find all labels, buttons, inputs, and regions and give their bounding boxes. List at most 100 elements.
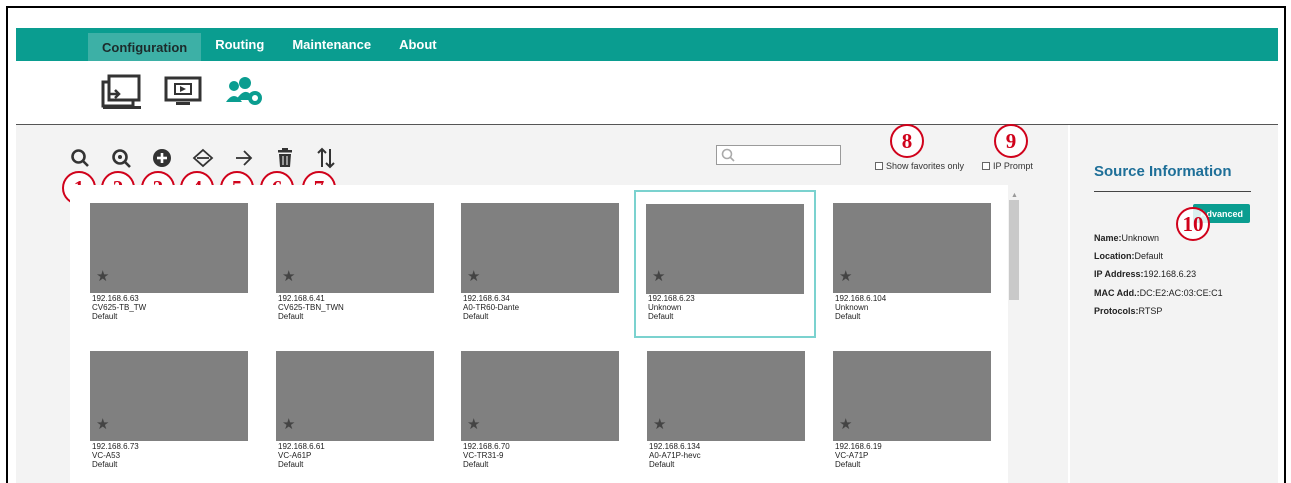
device-location: Default: [649, 460, 675, 469]
source-info-title: Source Information: [1094, 163, 1232, 180]
favorites-filter[interactable]: Show favorites only: [875, 161, 964, 171]
auto-search-icon[interactable]: [107, 144, 135, 172]
info-name: Name:Unknown: [1094, 233, 1159, 243]
display-monitor-icon[interactable]: [162, 73, 204, 111]
info-ip-value: 192.168.6.23: [1143, 269, 1197, 279]
ip-prompt-filter[interactable]: IP Prompt: [982, 161, 1033, 171]
device-thumbnail: [90, 203, 248, 293]
device-location: Default: [463, 312, 489, 321]
favorite-star-icon[interactable]: ★: [652, 267, 665, 285]
favorite-star-icon[interactable]: ★: [96, 415, 109, 433]
device-meta: 192.168.6.61 VC-A61P Default: [278, 442, 325, 469]
device-name: Unknown: [648, 303, 682, 312]
device-tile[interactable]: ★ 192.168.6.63 CV625-TB_TW Default: [72, 187, 248, 337]
device-thumbnail: [833, 203, 991, 293]
device-tile[interactable]: ★ 192.168.6.41 CV625-TBN_TWN Default: [258, 187, 434, 337]
device-ip: 192.168.6.134: [649, 442, 701, 451]
scrollbar-thumb[interactable]: [1009, 200, 1019, 300]
device-name: A0-TR60-Dante: [463, 303, 520, 312]
device-location: Default: [463, 460, 489, 469]
device-name: A0-A71P-hevc: [649, 451, 701, 460]
sort-icon[interactable]: [312, 144, 340, 172]
device-meta: 192.168.6.63 CV625-TB_TW Default: [92, 294, 146, 321]
device-ip: 192.168.6.61: [278, 442, 325, 451]
device-tile[interactable]: ★ 192.168.6.73 VC-A53 Default: [72, 335, 248, 483]
device-location: Default: [92, 312, 118, 321]
device-search-input[interactable]: [737, 147, 837, 163]
search-icon[interactable]: [66, 144, 94, 172]
info-name-label: Name:: [1094, 233, 1122, 243]
scroll-up-icon[interactable]: ▲: [1011, 192, 1018, 199]
info-location-label: Location:: [1094, 251, 1135, 261]
device-grid-scrollbar[interactable]: ▲: [1008, 192, 1020, 312]
device-meta: 192.168.6.41 CV625-TBN_TWN Default: [278, 294, 344, 321]
delete-icon[interactable]: [271, 144, 299, 172]
callout-8: 8: [890, 124, 924, 158]
device-meta: 192.168.6.104 Unknown Default: [835, 294, 886, 321]
device-meta: 192.168.6.19 VC-A71P Default: [835, 442, 882, 469]
info-mac: MAC Add.:DC:E2:AC:03:CE:C1: [1094, 288, 1223, 298]
main-nav: Configuration Routing Maintenance About: [88, 28, 451, 61]
device-thumbnail: [833, 351, 991, 441]
subnav-icons: [100, 73, 266, 111]
device-tile[interactable]: ★ 192.168.6.19 VC-A71P Default: [815, 335, 991, 483]
favorite-star-icon[interactable]: ★: [467, 415, 480, 433]
source-transfer-icon[interactable]: [100, 73, 142, 111]
device-name: Unknown: [835, 303, 869, 312]
info-ip: IP Address:192.168.6.23: [1094, 269, 1196, 279]
device-tile-selected[interactable]: ★ 192.168.6.23 Unknown Default: [634, 190, 816, 338]
device-tile[interactable]: ★ 192.168.6.134 A0-A71P-hevc Default: [629, 335, 805, 483]
device-tile[interactable]: ★ 192.168.6.61 VC-A61P Default: [258, 335, 434, 483]
device-tile[interactable]: ★ 192.168.6.70 VC-TR31-9 Default: [443, 335, 619, 483]
import-icon[interactable]: [230, 144, 258, 172]
device-ip: 192.168.6.19: [835, 442, 882, 451]
device-search-box: [716, 145, 841, 165]
search-field-icon: [721, 148, 735, 162]
export-icon[interactable]: [189, 144, 217, 172]
tab-maintenance[interactable]: Maintenance: [278, 28, 385, 61]
device-meta: 192.168.6.134 A0-A71P-hevc Default: [649, 442, 701, 469]
info-location-value: Default: [1134, 251, 1164, 261]
source-info-divider: [1094, 191, 1251, 192]
device-location: Default: [835, 312, 861, 321]
device-name: VC-A71P: [835, 451, 869, 460]
device-tile[interactable]: ★ 192.168.6.34 A0-TR60-Dante Default: [443, 187, 619, 337]
info-protocols-label: Protocols:: [1094, 306, 1139, 316]
device-location: Default: [278, 460, 304, 469]
info-location: Location:Default: [1094, 251, 1163, 261]
info-protocols: Protocols:RTSP: [1094, 306, 1162, 316]
device-meta: 192.168.6.70 VC-TR31-9 Default: [463, 442, 510, 469]
device-location: Default: [835, 460, 861, 469]
ip-prompt-label: IP Prompt: [993, 161, 1033, 171]
favorite-star-icon[interactable]: ★: [839, 415, 852, 433]
device-ip: 192.168.6.63: [92, 294, 139, 303]
tab-configuration[interactable]: Configuration: [88, 33, 202, 61]
device-meta: 192.168.6.73 VC-A53 Default: [92, 442, 139, 469]
favorite-star-icon[interactable]: ★: [467, 267, 480, 285]
top-nav-bar: Configuration Routing Maintenance About: [16, 28, 1278, 61]
callout-9: 9: [994, 124, 1028, 158]
add-icon[interactable]: [148, 144, 176, 172]
device-ip: 192.168.6.34: [463, 294, 510, 303]
favorite-star-icon[interactable]: ★: [282, 415, 295, 433]
device-toolbar: [66, 144, 340, 172]
device-location: Default: [278, 312, 304, 321]
users-settings-icon[interactable]: [224, 73, 266, 111]
favorites-checkbox[interactable]: [875, 162, 883, 170]
favorite-star-icon[interactable]: ★: [653, 415, 666, 433]
favorite-star-icon[interactable]: ★: [96, 267, 109, 285]
device-name: VC-A53: [92, 451, 121, 460]
favorite-star-icon[interactable]: ★: [282, 267, 295, 285]
tab-routing[interactable]: Routing: [201, 28, 278, 61]
tab-about[interactable]: About: [385, 28, 451, 61]
device-thumbnail: [646, 204, 804, 294]
device-thumbnail: [461, 203, 619, 293]
device-name: CV625-TB_TW: [92, 303, 147, 312]
info-ip-label: IP Address:: [1094, 269, 1144, 279]
favorite-star-icon[interactable]: ★: [839, 267, 852, 285]
ip-prompt-checkbox[interactable]: [982, 162, 990, 170]
device-name: CV625-TBN_TWN: [278, 303, 344, 312]
device-grid: ★ 192.168.6.63 CV625-TB_TW Default ★ 192…: [70, 185, 1008, 483]
device-tile[interactable]: ★ 192.168.6.104 Unknown Default: [815, 187, 991, 337]
device-thumbnail: [461, 351, 619, 441]
